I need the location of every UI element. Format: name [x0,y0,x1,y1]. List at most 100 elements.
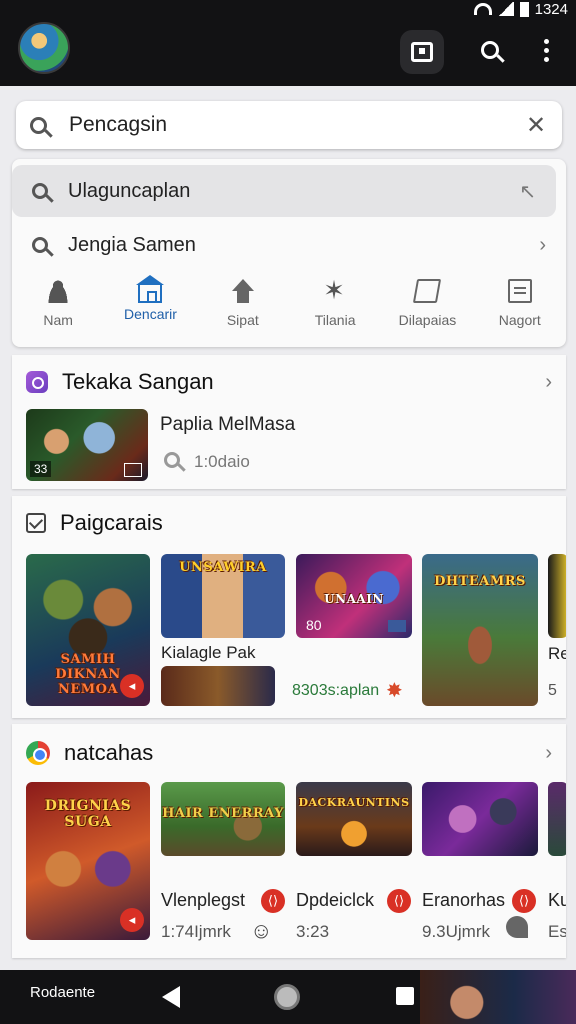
suggestions-panel: Ulaguncaplan ↖ Jengia Samen › Nam Dencar… [12,159,566,347]
category-tab[interactable]: Nagort [477,275,563,339]
game-title[interactable]: Vlenplegst [161,890,245,911]
wifi-icon [473,3,492,15]
game-art-caption: DHTEAMRS [434,574,526,589]
person-icon [46,279,71,303]
app-thumbnail[interactable]: 33 [26,409,148,481]
section-title: Paigcarais [60,510,163,535]
search-query[interactable]: Pencagsin [69,113,524,137]
app-meta: 1:0daio [194,452,250,471]
suggestion-item[interactable]: Ulaguncaplan ↖ [12,165,556,217]
game-card[interactable] [422,782,538,856]
game-card[interactable] [548,782,566,856]
game-card[interactable]: UNAAIN 80 [296,554,412,638]
category-tab[interactable]: Nam [15,275,101,339]
chrome-icon [26,741,50,765]
thumbnail-tag: 33 [30,461,52,477]
category-tab[interactable]: Sipat [200,275,286,339]
game-meta: 1:74Ijmrk [161,922,231,941]
insert-arrow-icon[interactable]: ↖ [519,179,536,204]
signal-icon [497,2,514,16]
cast-icon [411,42,433,62]
category-label: Dilapaias [398,312,457,328]
game-card[interactable] [548,554,566,638]
status-time: 1324 [534,0,568,18]
game-screenshot[interactable] [161,666,275,706]
promo-art [420,970,576,1024]
game-title[interactable]: Ku [548,890,566,911]
category-label: Dencarir [124,306,177,322]
home-button-icon[interactable] [274,984,300,1010]
game-art-caption: UNSAWIRA [179,560,267,575]
search-icon [32,237,48,253]
checkbox-icon [26,513,46,533]
more-vert-icon [543,38,549,62]
game-title[interactable]: Re [548,644,566,664]
section-list: natcahas › DRIGNIAS SUGA ◂ HAIR ENERRAY … [12,724,566,958]
game-meta: 5 [548,682,557,699]
search-icon [30,116,47,134]
game-card[interactable]: DHTEAMRS [422,554,538,706]
flag-icon [413,279,442,303]
search-icon [32,183,48,199]
section-header[interactable]: Paigcarais [26,510,163,536]
category-label: Tilania [314,312,356,328]
chevron-right-icon[interactable]: › [545,371,552,394]
section-title: natcahas [64,740,154,765]
clear-icon[interactable]: ✕ [524,111,548,140]
back-icon[interactable] [162,986,180,1008]
game-art-caption: DRIGNIAS SUGA [44,798,132,830]
more-button[interactable] [526,30,566,70]
search-input[interactable]: Pencagsin ✕ [16,101,562,149]
card-badge-icon [388,620,406,632]
category-row: Nam Dencarir Sipat Tilania Dilapaias Nag… [12,275,566,339]
category-tab[interactable]: Dilapaias [384,275,470,339]
chevron-right-icon[interactable]: › [545,742,552,765]
home-icon [136,275,165,303]
play-badge-icon: ◂ [120,674,144,698]
suggestion-item[interactable]: Jengia Samen › [12,219,566,271]
app-bar: 1324 [0,0,576,86]
game-card[interactable]: DACKRAUNTINS [296,782,412,856]
game-card[interactable]: DRIGNIAS SUGA ◂ [26,782,150,940]
search-button[interactable] [470,30,510,70]
card-tag: 80 [306,617,322,633]
game-title[interactable]: Eranorhas [422,890,505,911]
system-nav-bar: Rodaente [0,970,576,1024]
note-icon [507,279,532,303]
game-card[interactable]: SAMIH DIKNAN NEMOA ◂ [26,554,150,706]
game-icon [26,371,48,393]
recents-icon[interactable] [396,987,414,1005]
avatar[interactable] [18,22,70,74]
game-card[interactable]: HAIR ENERRAY [161,782,285,856]
fullscreen-icon [124,463,142,477]
section-featured: Tekaka Sangan › 33 Paplia MelMasa 1:0dai… [12,355,566,489]
battery-icon [519,1,529,17]
section-header[interactable]: natcahas [26,740,153,766]
flower-icon: ✸ [386,680,403,702]
game-title[interactable]: Dpdeiclck [296,890,374,911]
game-card[interactable]: UNSAWIRA [161,554,285,638]
game-art-caption: UNAAIN [324,592,384,606]
section-title: Tekaka Sangan [62,369,214,394]
emoji-icon: ☺ [250,918,273,943]
game-meta: Es [548,922,566,941]
suggestion-text: Ulaguncaplan [68,179,191,202]
chevron-right-icon: › [539,233,546,256]
app-title[interactable]: Paplia MelMasa [160,414,295,436]
status-bar: 1324 [473,0,568,18]
cast-button[interactable] [400,30,444,74]
play-badge-icon: ◂ [120,908,144,932]
ad-badge-icon: ⟨⟩ [261,889,285,913]
game-meta: 3:23 [296,922,330,941]
nav-label: Rodaente [30,984,96,1001]
game-art-caption: DACKRAUNTINS [298,796,410,809]
category-tab[interactable]: Tilania [292,275,378,339]
section-header[interactable]: Tekaka Sangan [26,369,214,395]
comment-icon [506,916,528,938]
game-meta: 8303s:aplan [292,682,380,699]
category-label: Nam [43,312,73,328]
category-tab[interactable]: Dencarir [107,275,193,339]
upload-icon [231,279,255,303]
game-title[interactable]: Kialagle Pak [161,643,256,663]
category-label: Nagort [498,312,541,328]
